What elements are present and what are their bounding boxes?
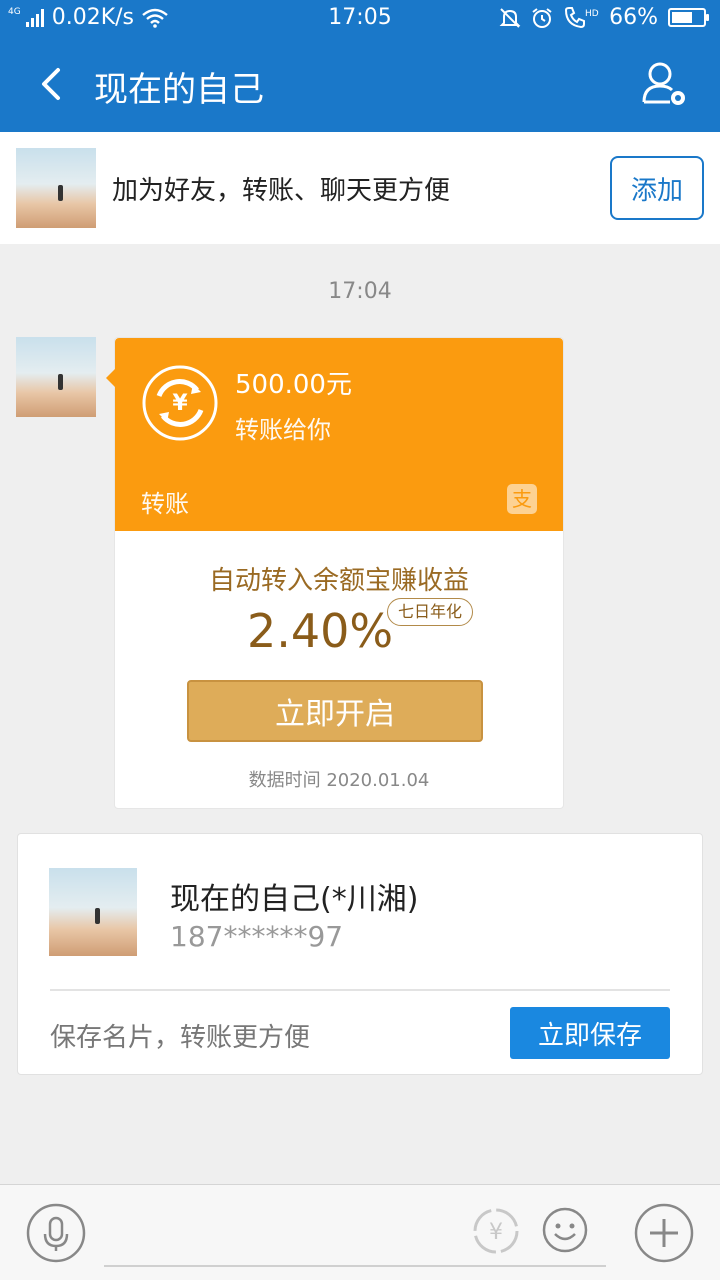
contact-name: 现在的自己(*川湘) (170, 882, 419, 917)
phone-hd-icon: HD (565, 6, 599, 28)
header: 现在的自己 (0, 36, 720, 132)
profile-settings-icon[interactable] (640, 58, 692, 110)
plus-icon[interactable] (634, 1203, 694, 1263)
status-bar: 4G 0.02K/s 17:05 HD 66% (0, 0, 720, 36)
svg-text:¥: ¥ (489, 1220, 503, 1245)
transfer-coin-icon: ¥ (142, 365, 218, 441)
avatar[interactable] (16, 148, 96, 228)
back-arrow-icon[interactable] (28, 60, 76, 108)
yield-rate: 2.40% (247, 604, 394, 658)
contact-card: 现在的自己(*川湘) 187******97 保存名片，转账更方便 立即保存 (17, 833, 703, 1075)
open-now-button[interactable]: 立即开启 (187, 680, 483, 742)
mute-bell-icon (499, 7, 521, 28)
emoji-icon[interactable] (542, 1207, 588, 1253)
contact-avatar[interactable] (49, 868, 137, 956)
alipay-icon: 支 (507, 484, 537, 514)
rate-badge: 七日年化 (387, 598, 474, 626)
message-input[interactable] (104, 1265, 606, 1267)
message-timestamp: 17:04 (328, 279, 392, 304)
add-friend-button[interactable]: 添加 (610, 156, 704, 220)
battery-percent: 66% (609, 5, 658, 30)
data-time: 数据时间 2020.01.04 (248, 770, 430, 791)
transfer-header[interactable]: ¥ 500.00元 转账给你 转账 支 (106, 338, 563, 531)
microphone-icon[interactable] (26, 1203, 86, 1263)
svg-text:¥: ¥ (172, 391, 188, 416)
transfer-message[interactable]: ¥ 500.00元 转账给你 转账 支 自动转入余额宝赚收益 2.40% 七日年… (106, 337, 564, 809)
yuebao-promo: 自动转入余额宝赚收益 (208, 566, 469, 596)
input-bar: ¥ (0, 1184, 720, 1280)
transfer-amount: 500.00元 (235, 370, 352, 400)
add-friend-hint: 加为好友，转账、聊天更方便 (112, 176, 451, 206)
battery-icon (668, 8, 709, 27)
transfer-label: 转账 (141, 490, 189, 518)
transfer-subtitle: 转账给你 (235, 416, 331, 444)
alarm-icon (532, 7, 552, 28)
sender-avatar[interactable] (16, 337, 96, 417)
yuan-transfer-icon[interactable]: ¥ (472, 1207, 520, 1255)
save-now-button[interactable]: 立即保存 (510, 1007, 670, 1059)
save-card-hint: 保存名片，转账更方便 (50, 1023, 311, 1053)
divider (50, 989, 670, 991)
add-friend-bar: 加为好友，转账、聊天更方便 添加 (0, 132, 720, 244)
hd-tag: HD (585, 9, 599, 19)
page-title: 现在的自己 (94, 70, 264, 110)
contact-phone: 187******97 (170, 920, 344, 953)
